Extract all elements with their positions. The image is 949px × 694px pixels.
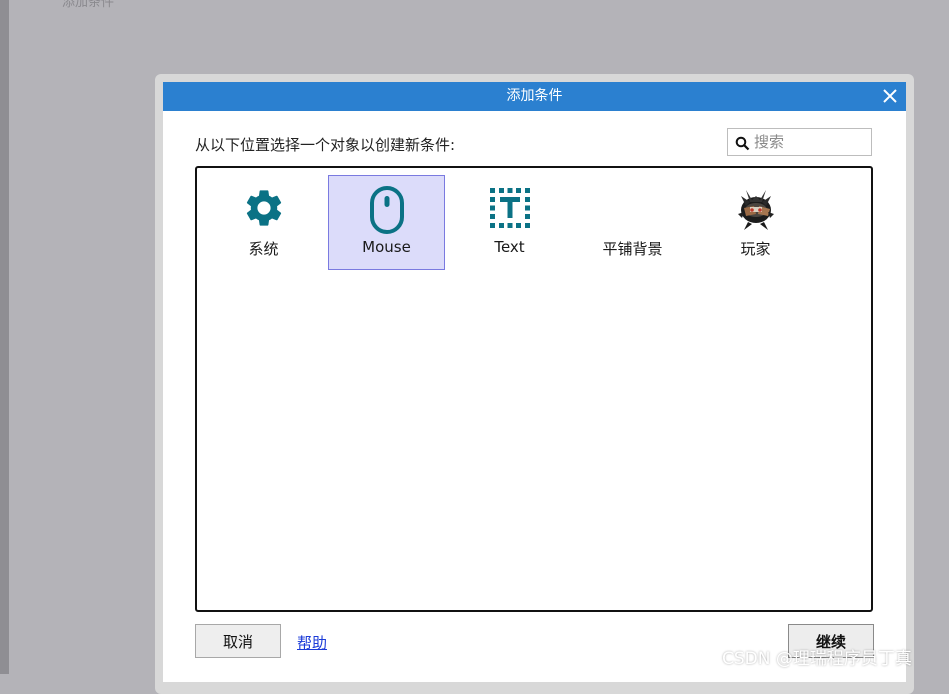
search-icon (735, 136, 750, 151)
text-object-icon (489, 188, 530, 228)
csdn-watermark: CSDN @理瑞程序员丁真 (722, 649, 912, 669)
object-item-tiled-background[interactable]: 平铺背景 (574, 175, 691, 270)
help-link[interactable]: 帮助 (297, 632, 327, 653)
dialog-prompt: 从以下位置选择一个对象以创建新条件: (195, 136, 456, 154)
dialog-titlebar: 添加条件 (163, 82, 906, 111)
search-box[interactable] (727, 128, 872, 156)
object-item-system[interactable]: 系统 (205, 175, 322, 270)
cancel-button[interactable]: 取消 (195, 624, 281, 658)
tiled-background-icon (575, 186, 690, 230)
object-label-system: 系统 (248, 240, 279, 258)
background-window-edge (0, 0, 9, 674)
close-icon (883, 89, 897, 103)
add-condition-dialog: 添加条件 从以下位置选择一个对象以创建新条件: 系统 (163, 82, 906, 682)
player-sprite-icon (737, 190, 774, 230)
mouse-icon (369, 186, 404, 234)
search-input[interactable] (754, 131, 866, 153)
object-item-mouse[interactable]: Mouse (328, 175, 445, 270)
object-item-text[interactable]: Text (451, 175, 568, 270)
background-window-title: 添加条件 (62, 0, 115, 10)
object-list: 系统 Mouse Text 平铺背景 玩家 (195, 166, 873, 612)
object-label-mouse: Mouse (362, 238, 411, 256)
object-label-text: Text (494, 238, 525, 256)
object-label-player: 玩家 (740, 240, 771, 258)
gear-icon (246, 190, 281, 226)
dialog-title: 添加条件 (506, 88, 563, 104)
object-item-player[interactable]: 玩家 (697, 175, 814, 270)
object-label-tiled-background: 平铺背景 (602, 240, 663, 258)
close-button[interactable] (880, 86, 900, 106)
